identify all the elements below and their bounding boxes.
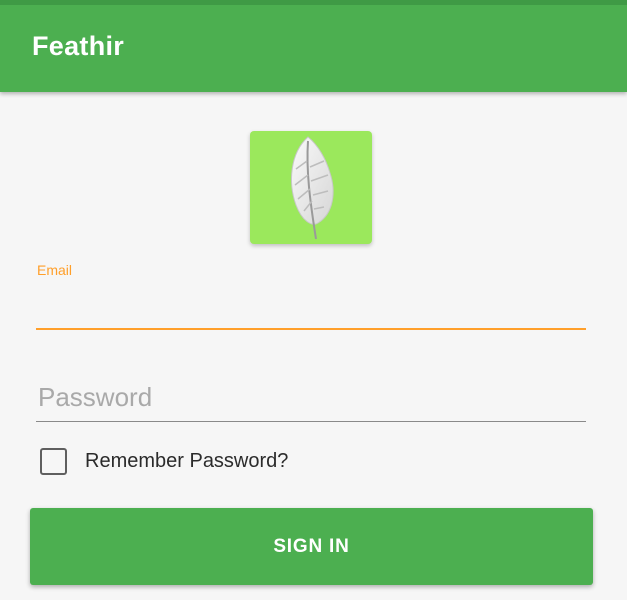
sign-in-button[interactable]: SIGN IN	[30, 508, 593, 585]
status-bar-strip	[0, 0, 627, 5]
email-field[interactable]	[36, 290, 586, 330]
feather-icon	[291, 136, 334, 240]
remember-password-label: Remember Password?	[85, 449, 289, 472]
app-logo	[250, 131, 372, 244]
remember-password-row[interactable]: Remember Password?	[40, 445, 288, 477]
remember-password-checkbox[interactable]	[40, 447, 67, 475]
app-title: Feathir	[32, 31, 125, 61]
email-field-label: Email	[37, 262, 73, 278]
app-bar: Feathir	[0, 0, 627, 92]
password-field[interactable]	[36, 374, 586, 422]
